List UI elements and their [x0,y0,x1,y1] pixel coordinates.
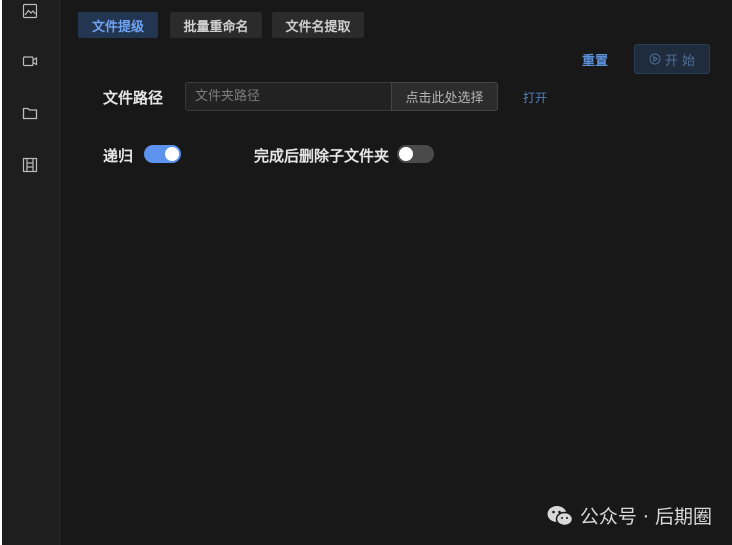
watermark-text: 公众号 · 后期圈 [579,506,712,528]
watermark: 公众号 · 后期圈 [546,502,712,529]
film-icon[interactable] [21,156,39,174]
tab-label: 文件名提取 [285,19,351,35]
reset-button[interactable]: 重置 [582,50,608,69]
delete-subfolders-toggle[interactable] [397,145,434,163]
wechat-icon [547,505,574,526]
tab-label: 批量重命名 [183,19,249,35]
start-button[interactable]: 开 始 [634,44,710,74]
image-icon[interactable] [21,2,39,20]
folder-icon[interactable] [21,104,39,122]
tab-label: 文件提级 [91,19,144,35]
play-circle-icon [649,53,661,65]
open-link[interactable]: 打开 [523,89,547,106]
recursive-label: 递归 [103,147,134,165]
sidebar [2,0,60,545]
recursive-toggle[interactable] [144,145,181,163]
path-input[interactable] [185,82,393,111]
path-label: 文件路径 [103,89,164,107]
start-label: 开 始 [664,53,696,69]
video-icon[interactable] [21,52,39,70]
tab-batch-rename[interactable]: 批量重命名 [170,12,262,38]
choose-folder-label: 点击此处选择 [405,91,484,106]
tab-file-promote[interactable]: 文件提级 [78,12,158,38]
app-window: 文件提级 批量重命名 文件名提取 重置 开 始 文件路径 点击此处选择 打开 递… [2,0,732,545]
tab-filename-extract[interactable]: 文件名提取 [272,12,364,38]
toggle-knob [399,147,413,161]
toggle-knob [165,147,179,161]
delete-subfolders-label: 完成后删除子文件夹 [254,147,390,165]
main-panel: 文件提级 批量重命名 文件名提取 重置 开 始 文件路径 点击此处选择 打开 递… [60,0,732,545]
choose-folder-button[interactable]: 点击此处选择 [391,82,498,111]
